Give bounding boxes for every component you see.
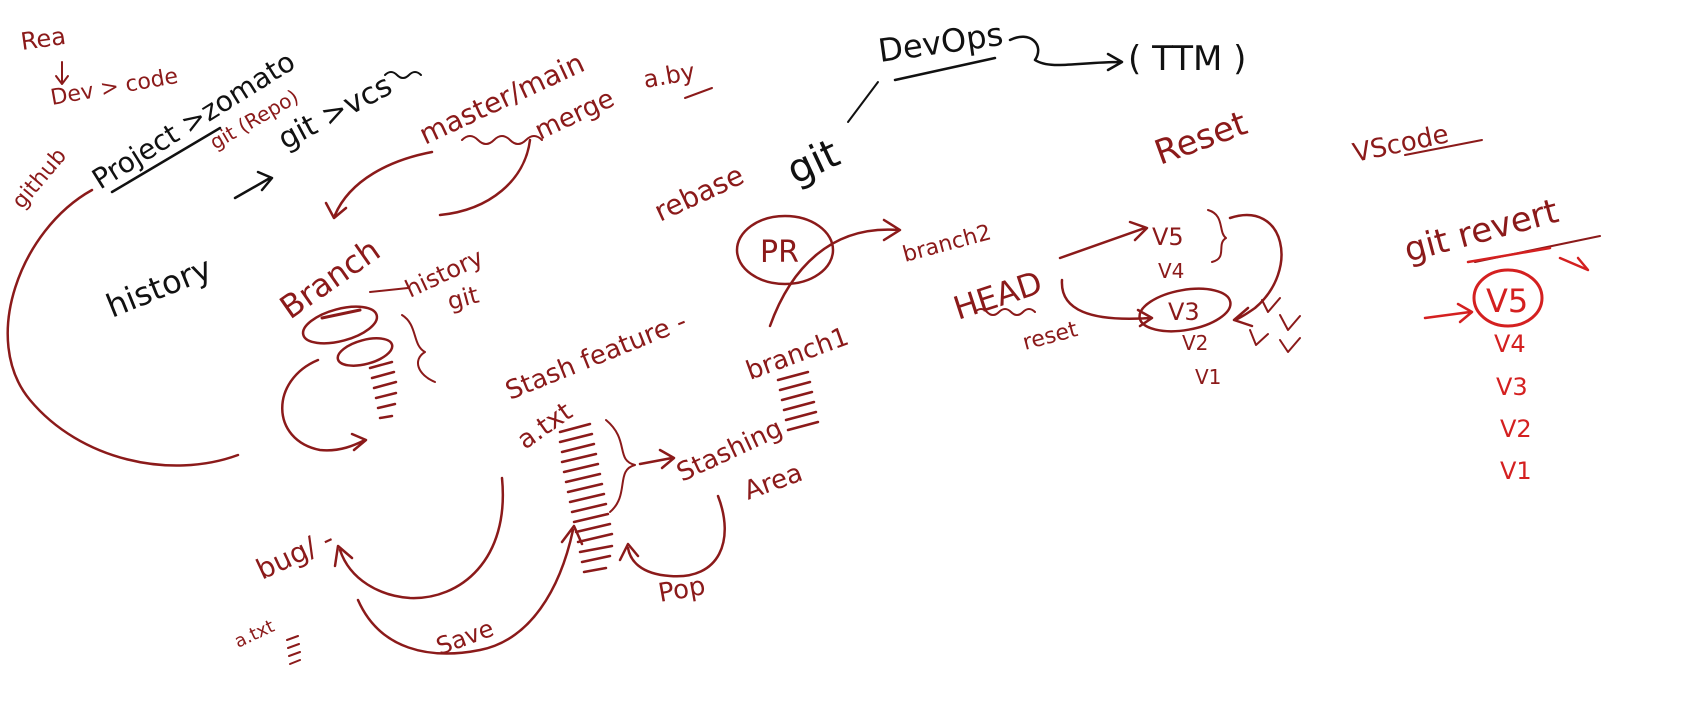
- reset-small-label: reset: [1020, 317, 1081, 356]
- req-dev-group: Rea Dev > code: [19, 22, 180, 111]
- v1-label: V1: [1195, 365, 1221, 389]
- history-label: history: [101, 249, 217, 325]
- req-down-arrow: [55, 61, 69, 85]
- history-arrow: [233, 170, 274, 200]
- project-group: Project >zomato git (Repo): [86, 45, 302, 196]
- rv5-label: V5: [1486, 282, 1528, 320]
- req-label: Rea: [19, 22, 68, 56]
- merge-curve: [438, 138, 532, 217]
- head-to-v5-arrow: [1058, 220, 1149, 260]
- aby-underline: [684, 87, 713, 99]
- stash-brace: [605, 419, 636, 513]
- stash-atxt-label: a.txt: [512, 397, 578, 456]
- whiteboard-canvas: Rea Dev > code Project >zomato git (Repo…: [6, 15, 1601, 665]
- v5-brace: [1207, 209, 1227, 263]
- branch1-label: branch1: [742, 322, 853, 387]
- aby-label: a.by: [641, 57, 697, 94]
- rv4-label: V4: [1494, 330, 1526, 358]
- devops-to-ttm-arrow: [1008, 35, 1124, 72]
- pr-label: PR: [760, 235, 799, 270]
- rv2-label: V2: [1500, 415, 1532, 443]
- v2-label: V2: [1182, 331, 1208, 355]
- devops-group: rebase git DevOps ( TTM ): [649, 15, 1246, 229]
- master-to-branch-curve: [324, 150, 434, 220]
- branch-stack-lines: [368, 360, 398, 420]
- pr-group: PR branch2 branch1: [735, 214, 994, 432]
- v5-label: V5: [1152, 223, 1184, 251]
- head-label: HEAD: [949, 263, 1047, 327]
- bug-atxt-label: a.txt: [231, 616, 278, 653]
- github-arc: [6, 188, 240, 467]
- reset-loop-curve: [1228, 214, 1283, 328]
- area-label: Area: [740, 458, 806, 507]
- to-stashing-arrow: [638, 448, 676, 470]
- v3-label: V3: [1168, 298, 1200, 326]
- revert-group: VScode git revert V5 V4 V3 V2 V1: [1350, 119, 1601, 485]
- ttm-label: ( TTM ): [1128, 39, 1246, 79]
- git-vcs-label: git >vcs: [272, 68, 398, 157]
- rebase-label: rebase: [649, 158, 749, 228]
- git-to-devops-line: [847, 81, 879, 123]
- dev-code-label: Dev > code: [49, 64, 180, 111]
- branch2-label: branch2: [900, 220, 994, 268]
- reset-title-label: Reset: [1149, 103, 1252, 173]
- pop-curve: [618, 494, 726, 578]
- bug-return-curve: [333, 476, 505, 600]
- stash-feature-label: Stash feature -: [501, 307, 691, 407]
- git-center-label: git: [780, 130, 847, 194]
- branch-loop-curve: [281, 358, 368, 452]
- v4-label: V4: [1158, 259, 1184, 283]
- branch-group: Branch history git: [273, 231, 487, 452]
- branch-to-history-line: [369, 287, 409, 293]
- branch1-stack-lines: [776, 370, 820, 432]
- vcs-squiggle: [384, 71, 422, 79]
- devops-label: DevOps: [876, 15, 1006, 70]
- github-label: github: [7, 144, 72, 214]
- bug-label: bug/ -: [251, 522, 339, 586]
- vscode-label: VScode: [1350, 119, 1451, 169]
- revert-right-arrow: [1558, 256, 1590, 272]
- head-to-v3-curve: [1060, 278, 1154, 328]
- branch-brace: [401, 314, 436, 383]
- bug-group: bug/ - a.txt Save: [231, 476, 584, 665]
- master-group: master/main merge a.by: [324, 46, 713, 220]
- reset-group: Reset HEAD reset V5 V4 V3 V2 V1: [949, 103, 1301, 389]
- rv5-incoming-arrow: [1423, 302, 1474, 324]
- branch-oval-2: [336, 337, 394, 367]
- rv3-label: V3: [1496, 373, 1528, 401]
- rv1-label: V1: [1500, 457, 1532, 485]
- bug-atxt-stack: [286, 635, 301, 665]
- pop-label: Pop: [656, 571, 708, 609]
